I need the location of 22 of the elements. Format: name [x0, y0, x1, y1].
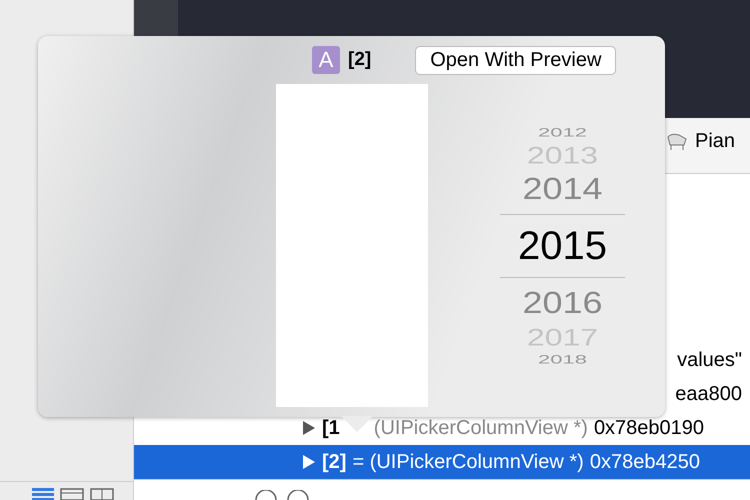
editor-tab[interactable]: Pian: [665, 130, 750, 153]
list-view-icon[interactable]: [32, 488, 54, 500]
variable-type: = (UIPickerColumnView *): [352, 450, 584, 474]
variable-address: 0x78eb4250: [590, 450, 700, 474]
variable-type: (UIPickerColumnView *): [374, 416, 588, 440]
disclosure-triangle-icon[interactable]: [302, 420, 316, 436]
selected-year[interactable]: 2015: [500, 220, 625, 270]
year-option[interactable]: 2014: [500, 172, 625, 205]
panel-view-icon[interactable]: [90, 488, 114, 500]
open-with-preview-button[interactable]: Open With Preview: [415, 46, 616, 74]
letter-icon: A: [312, 46, 340, 74]
variable-text: eaa800: [675, 382, 743, 406]
variable-row[interactable]: [1 (UIPickerColumnView *) 0x78eb0190: [134, 411, 750, 445]
variable-index: [2]: [322, 450, 346, 474]
year-option[interactable]: 2016: [500, 286, 625, 319]
popover-arrow: [341, 416, 373, 432]
variable-address: 0x78eb0190: [594, 416, 704, 440]
disclosure-triangle-icon[interactable]: [302, 454, 316, 470]
variable-index: [1: [322, 416, 340, 440]
popover-title: [2]: [348, 49, 372, 71]
split-view-icon[interactable]: [60, 488, 84, 500]
selected-variable-row[interactable]: [2] = (UIPickerColumnView *) 0x78eb4250: [134, 445, 750, 479]
